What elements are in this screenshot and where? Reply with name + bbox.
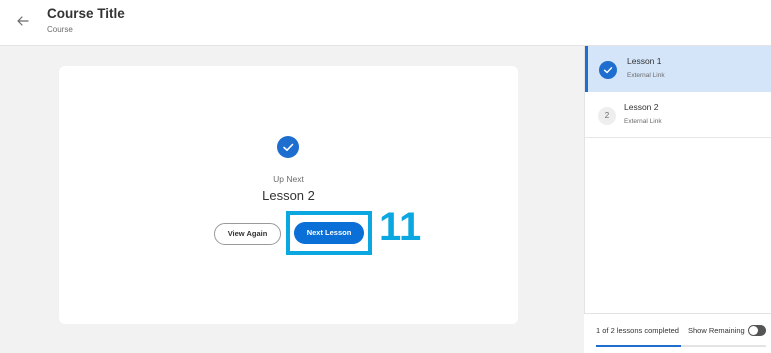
lesson-sidebar: Lesson 1 External Link 2 Lesson 2 Extern…	[584, 46, 771, 353]
toggle-knob	[749, 326, 758, 335]
lesson-title: Lesson 2	[624, 102, 659, 112]
lesson-number-badge: 2	[598, 107, 616, 125]
up-next-label: Up Next	[273, 174, 304, 184]
progress-bar	[596, 345, 766, 347]
check-circle-icon	[277, 136, 299, 158]
page-subtitle: Course	[47, 25, 73, 34]
show-remaining-label: Show Remaining	[688, 326, 745, 335]
lesson-item-1[interactable]: Lesson 1 External Link	[585, 46, 771, 92]
annotation-number: 11	[379, 205, 422, 249]
check-circle-icon	[599, 61, 617, 79]
next-lesson-title: Lesson 2	[262, 188, 315, 203]
next-lesson-button[interactable]: Next Lesson	[294, 222, 364, 244]
arrow-left-icon[interactable]	[14, 12, 32, 30]
show-remaining-toggle[interactable]	[748, 325, 766, 336]
progress-footer: 1 of 2 lessons completed Show Remaining	[584, 313, 771, 353]
progress-fill	[596, 345, 681, 347]
lesson-type: External Link	[627, 72, 665, 79]
page-title: Course Title	[47, 6, 125, 21]
page-header: Course Title Course	[0, 0, 771, 46]
view-again-button[interactable]: View Again	[214, 223, 281, 245]
progress-text: 1 of 2 lessons completed	[596, 326, 679, 335]
lesson-item-2[interactable]: 2 Lesson 2 External Link	[585, 92, 771, 138]
lesson-type: External Link	[624, 118, 662, 125]
lesson-title: Lesson 1	[627, 56, 662, 66]
